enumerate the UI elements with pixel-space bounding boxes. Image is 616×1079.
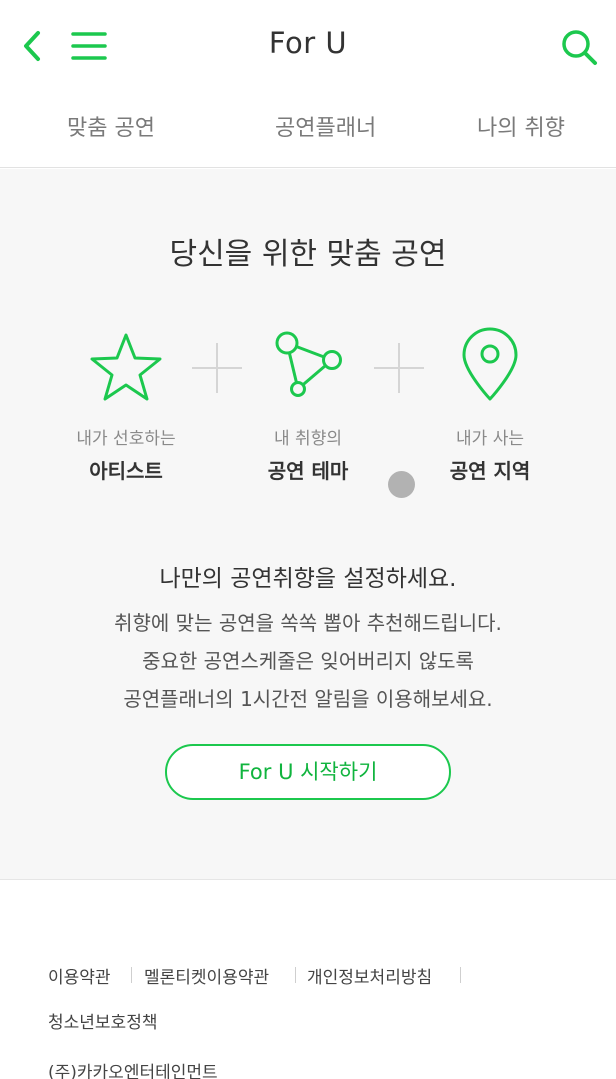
step-theme-title: 공연 테마 — [267, 459, 349, 483]
step-artist-title: 아티스트 — [89, 459, 163, 483]
description-line: 취향에 맞는 공연을 쏙쏙 뽑아 추천해드립니다. — [114, 611, 502, 635]
page-title: For U — [268, 26, 348, 60]
tab-custom-shows[interactable]: 맞춤 공연 — [67, 110, 155, 142]
location-pin-icon — [462, 327, 518, 401]
step-region-caption: 내가 사는 — [456, 429, 524, 449]
footer-divider — [295, 967, 296, 983]
footer-link-ticket-terms[interactable]: 멜론티켓이용약관 — [144, 963, 269, 988]
step-region-title: 공연 지역 — [449, 459, 531, 483]
footer-link-youth-policy[interactable]: 청소년보호정책 — [48, 1008, 157, 1033]
section-headline: 당신을 위한 맞춤 공연 — [169, 237, 447, 272]
description-line: 중요한 공연스케줄은 잊어버리지 않도록 — [142, 649, 474, 673]
footer-divider — [460, 967, 461, 983]
for-u-start-button[interactable]: For U 시작하기 — [165, 744, 451, 800]
description-line: 공연플래너의 1시간전 알림을 이용해보세요. — [123, 687, 493, 711]
footer-link-terms[interactable]: 이용약관 — [48, 963, 111, 988]
touch-indicator — [388, 471, 415, 498]
footer-company-name: (주)카카오엔터테인먼트 — [48, 1063, 218, 1079]
tab-bar: 맞춤 공연 공연플래너 나의 취향 — [0, 90, 616, 168]
plus-icon — [192, 343, 242, 393]
app-header: For U — [0, 0, 616, 90]
step-artist-caption: 내가 선호하는 — [76, 429, 176, 449]
footer: 이용약관 멜론티켓이용약관 개인정보처리방침 청소년보호정책 (주)카카오엔터테… — [0, 881, 616, 1079]
plus-icon — [374, 343, 424, 393]
star-icon — [90, 333, 162, 401]
footer-divider — [131, 967, 132, 983]
tab-show-planner[interactable]: 공연플래너 — [275, 110, 376, 142]
footer-link-privacy-policy[interactable]: 개인정보처리방침 — [307, 963, 432, 988]
tab-my-taste[interactable]: 나의 취향 — [477, 110, 565, 142]
theme-network-icon — [275, 331, 342, 397]
description-title: 나만의 공연취향을 설정하세요. — [159, 566, 457, 592]
step-theme-caption: 내 취향의 — [274, 429, 342, 449]
search-icon[interactable] — [558, 26, 600, 68]
for-u-intro-panel: 당신을 위한 맞춤 공연 내가 선호하는 아티스트 내 취향의 공연 테마 내가… — [0, 169, 616, 880]
